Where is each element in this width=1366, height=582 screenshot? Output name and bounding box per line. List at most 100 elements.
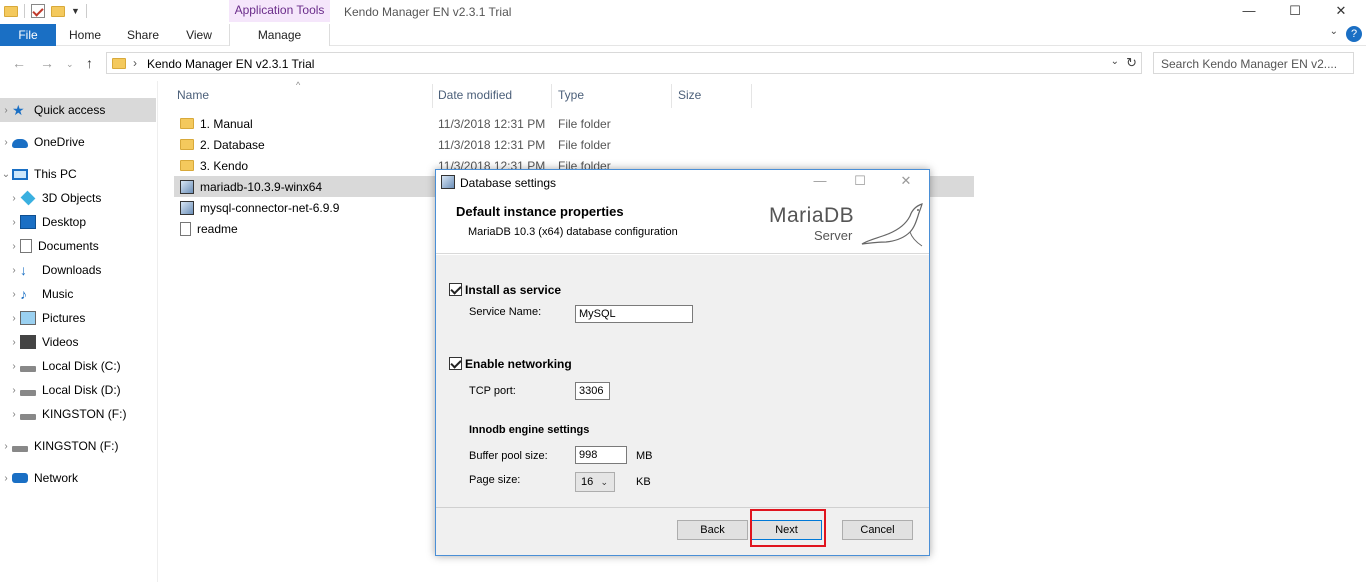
file-row-manual[interactable]: 1. Manual xyxy=(174,113,434,134)
dialog-maximize-button[interactable]: ☐ xyxy=(848,173,872,189)
recent-locations-icon[interactable]: ⌄ xyxy=(66,59,74,70)
column-divider[interactable] xyxy=(671,84,672,108)
properties-icon[interactable] xyxy=(31,4,45,18)
install-as-service-checkbox[interactable] xyxy=(449,283,462,296)
nav-item-label: 3D Objects xyxy=(42,191,102,205)
search-input[interactable]: Search Kendo Manager EN v2.... xyxy=(1153,52,1354,74)
file-row-mysql-connector[interactable]: mysql-connector-net-6.9.9 xyxy=(174,197,434,218)
tab-home[interactable]: Home xyxy=(62,24,108,46)
close-button[interactable]: ✕ xyxy=(1318,2,1364,22)
dialog-header: Default instance properties MariaDB 10.3… xyxy=(436,196,929,254)
nav-item-quick-access[interactable]: › ★ Quick access xyxy=(0,98,156,122)
tab-manage[interactable]: Manage xyxy=(229,24,330,46)
chevron-right-icon[interactable]: › xyxy=(8,385,20,396)
folder-icon[interactable] xyxy=(4,5,18,17)
file-row-database[interactable]: 2. Database xyxy=(174,134,434,155)
chevron-right-icon[interactable]: › xyxy=(8,361,20,372)
tab-file[interactable]: File xyxy=(0,24,56,46)
dialog-minimize-button[interactable]: — xyxy=(808,173,832,188)
seal-icon xyxy=(861,203,923,247)
dialog-close-button[interactable]: ✕ xyxy=(894,173,918,189)
chevron-right-icon[interactable]: › xyxy=(8,217,20,228)
text-file-icon xyxy=(180,221,191,236)
refresh-icon[interactable]: ↻ xyxy=(1126,55,1137,71)
column-header-date[interactable]: Date modified xyxy=(438,86,512,108)
nav-item-kingston-f[interactable]: › KINGSTON (F:) xyxy=(0,402,156,426)
file-row-kendo[interactable]: 3. Kendo xyxy=(174,155,434,176)
logo-brand: MariaDB xyxy=(769,204,855,227)
back-arrow-icon[interactable]: ← xyxy=(12,55,26,71)
nav-item-documents[interactable]: › Documents xyxy=(0,234,156,258)
chevron-right-icon[interactable]: › xyxy=(0,137,12,148)
column-divider[interactable] xyxy=(551,84,552,108)
file-row-readme[interactable]: readme xyxy=(174,218,434,239)
folder-icon xyxy=(180,118,194,129)
maximize-button[interactable]: ☐ xyxy=(1272,2,1318,22)
address-bar[interactable]: › Kendo Manager EN v2.3.1 Trial ⌄ ↻ xyxy=(106,52,1142,74)
chevron-right-icon[interactable]: › xyxy=(8,241,20,252)
enable-networking-checkbox[interactable] xyxy=(449,357,462,370)
file-name: 2. Database xyxy=(200,137,265,152)
column-divider[interactable] xyxy=(432,84,433,108)
install-as-service-label[interactable]: Install as service xyxy=(465,283,561,297)
chevron-down-icon[interactable]: ⌄ xyxy=(0,169,12,180)
quick-access-toolbar: ▼ xyxy=(4,4,87,18)
nav-item-music[interactable]: › ♪ Music xyxy=(0,282,156,306)
new-folder-icon[interactable] xyxy=(51,5,65,17)
enable-networking-label[interactable]: Enable networking xyxy=(465,357,572,371)
nav-item-this-pc[interactable]: ⌄ This PC xyxy=(0,162,156,186)
chevron-right-icon[interactable]: › xyxy=(8,193,20,204)
dialog-title-bar[interactable]: Database settings — ☐ ✕ xyxy=(436,170,929,196)
chevron-right-icon[interactable]: › xyxy=(8,409,20,420)
file-date: 11/3/2018 12:31 PM xyxy=(438,138,546,152)
page-size-label: Page size: xyxy=(469,474,521,486)
expand-ribbon-icon[interactable]: ⌄ xyxy=(1330,26,1338,37)
page-size-select[interactable]: 16 ⌄ xyxy=(575,472,615,492)
nav-item-network[interactable]: › Network xyxy=(0,466,156,490)
cloud-icon xyxy=(12,139,28,148)
nav-item-kingston-f-root[interactable]: › KINGSTON (F:) xyxy=(0,434,156,458)
nav-item-3d-objects[interactable]: › 3D Objects xyxy=(0,186,156,210)
chevron-right-icon[interactable]: › xyxy=(8,313,20,324)
search-placeholder: Search Kendo Manager EN v2.... xyxy=(1161,57,1338,71)
service-name-input[interactable]: MySQL xyxy=(575,305,693,323)
column-header-name[interactable]: Name xyxy=(177,86,209,108)
file-name: readme xyxy=(197,221,238,236)
tcp-port-input[interactable]: 3306 xyxy=(575,382,610,400)
chevron-right-icon[interactable]: › xyxy=(8,265,20,276)
chevron-right-icon[interactable]: › xyxy=(8,337,20,348)
cancel-button[interactable]: Cancel xyxy=(842,520,913,540)
file-type: File folder xyxy=(558,117,611,131)
chevron-right-icon[interactable]: › xyxy=(8,289,20,300)
minimize-button[interactable]: — xyxy=(1226,2,1272,22)
nav-item-downloads[interactable]: › ↓ Downloads xyxy=(0,258,156,282)
nav-item-desktop[interactable]: › Desktop xyxy=(0,210,156,234)
customize-toolbar-icon[interactable]: ▼ xyxy=(71,6,80,16)
nav-item-label: Videos xyxy=(42,335,79,349)
chevron-down-icon[interactable]: ⌄ xyxy=(1111,56,1119,67)
up-arrow-icon[interactable]: ↑ xyxy=(86,55,93,71)
back-button[interactable]: Back xyxy=(677,520,748,540)
nav-item-local-disk-c[interactable]: › Local Disk (C:) xyxy=(0,354,156,378)
nav-item-videos[interactable]: › Videos xyxy=(0,330,156,354)
address-row: ← → ⌄ ↑ › Kendo Manager EN v2.3.1 Trial … xyxy=(0,47,1366,81)
chevron-right-icon[interactable]: › xyxy=(133,56,137,70)
column-header-type[interactable]: Type xyxy=(558,86,584,108)
column-header-size[interactable]: Size xyxy=(678,86,701,108)
tab-share[interactable]: Share xyxy=(120,24,166,46)
forward-arrow-icon[interactable]: → xyxy=(40,55,54,71)
buffer-pool-size-input[interactable]: 998 xyxy=(575,446,627,464)
chevron-right-icon[interactable]: › xyxy=(0,473,12,484)
mariadb-logo: MariaDB Server xyxy=(766,202,926,248)
nav-item-onedrive[interactable]: › OneDrive xyxy=(0,130,156,154)
tab-view[interactable]: View xyxy=(176,24,222,46)
nav-item-label: KINGSTON (F:) xyxy=(42,407,127,421)
column-divider[interactable] xyxy=(751,84,752,108)
address-path[interactable]: Kendo Manager EN v2.3.1 Trial xyxy=(147,57,314,71)
chevron-right-icon[interactable]: › xyxy=(0,105,12,116)
chevron-right-icon[interactable]: › xyxy=(0,441,12,452)
help-icon[interactable]: ? xyxy=(1346,26,1362,42)
nav-item-local-disk-d[interactable]: › Local Disk (D:) xyxy=(0,378,156,402)
title-bar: ▼ Application Tools Kendo Manager EN v2.… xyxy=(0,0,1366,24)
nav-item-pictures[interactable]: › Pictures xyxy=(0,306,156,330)
